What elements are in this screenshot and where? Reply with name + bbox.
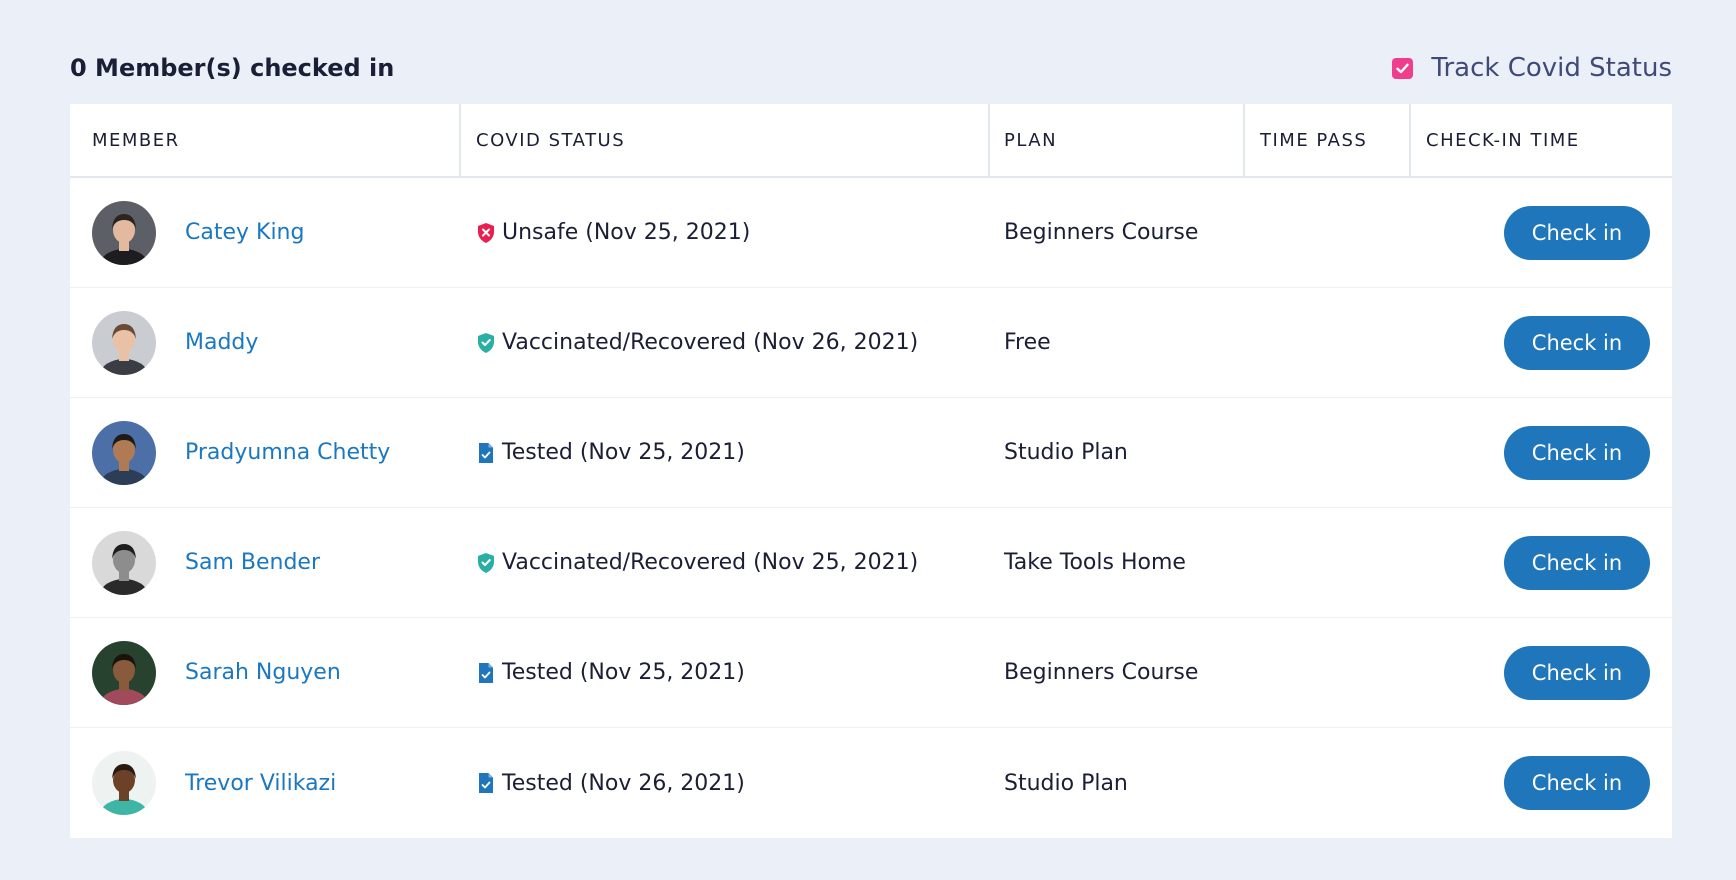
covid-status-text: Tested (Nov 26, 2021) (502, 770, 745, 796)
plan-cell: Studio Plan (1004, 440, 1128, 465)
header: 0 Member(s) checked in Track Covid Statu… (70, 48, 1672, 88)
column-header-covid-status: COVID STATUS (461, 104, 990, 176)
track-covid-checkbox[interactable] (1392, 57, 1414, 79)
column-header-member: MEMBER (70, 104, 461, 176)
member-cell: Sam Bender (70, 508, 461, 617)
covid-status-cell: Tested (Nov 25, 2021) (461, 398, 990, 507)
member-name-link-catey-king[interactable]: Catey King (185, 220, 304, 245)
checkmark-icon (1396, 63, 1410, 73)
check-in-button[interactable]: Check in (1504, 645, 1650, 700)
document-check-icon (476, 771, 496, 795)
member-name-link-pradyumna-chetty[interactable]: Pradyumna Chetty (185, 440, 390, 465)
check-in-time-cell: Check in (1411, 288, 1672, 397)
time-pass-cell (1245, 508, 1411, 617)
avatar (92, 200, 156, 265)
plan-cell: Beginners Course (1004, 220, 1199, 245)
covid-status-text: Vaccinated/Recovered (Nov 26, 2021) (502, 330, 919, 355)
plan-cell: Beginners Course (1004, 660, 1199, 685)
time-pass-cell (1245, 728, 1411, 838)
table-header: MEMBER COVID STATUS PLAN TIME PASS CHECK… (70, 104, 1672, 178)
table-row: Pradyumna Chetty Tested (Nov 25, 2021) Stu… (70, 398, 1672, 508)
member-cell: Sarah Nguyen (70, 618, 461, 727)
covid-status-cell: Vaccinated/Recovered (Nov 26, 2021) (461, 288, 990, 397)
check-in-time-cell: Check in (1411, 178, 1672, 287)
check-in-button[interactable]: Check in (1504, 315, 1650, 370)
table-row: Catey King Unsafe (Nov 25, 2021) Beginners… (70, 178, 1672, 288)
covid-status-cell: Vaccinated/Recovered (Nov 25, 2021) (461, 508, 990, 617)
member-cell: Catey King (70, 178, 461, 287)
document-check-icon (476, 441, 496, 465)
check-in-time-cell: Check in (1411, 618, 1672, 727)
shield-check-icon (476, 331, 496, 355)
table-row: Maddy Vaccinated/Recovered (Nov 26, 2021)… (70, 288, 1672, 398)
document-check-icon (476, 661, 496, 685)
check-in-time-cell: Check in (1411, 508, 1672, 617)
shield-check-icon (476, 551, 496, 575)
avatar (92, 420, 156, 485)
avatar (92, 530, 156, 595)
check-in-button[interactable]: Check in (1504, 425, 1650, 480)
check-in-time-cell: Check in (1411, 728, 1672, 838)
table-row: Sarah Nguyen Tested (Nov 25, 2021) Beginne… (70, 618, 1672, 728)
column-header-time-pass: TIME PASS (1245, 104, 1411, 176)
member-name-link-trevor-vilikazi[interactable]: Trevor Vilikazi (185, 771, 336, 796)
shield-x-icon (476, 221, 496, 245)
column-header-check-in-time: CHECK-IN TIME (1426, 129, 1580, 151)
page: 0 Member(s) checked in Track Covid Statu… (0, 0, 1736, 880)
table-row: Trevor Vilikazi Tested (Nov 26, 2021) Stud… (70, 728, 1672, 838)
time-pass-cell (1245, 618, 1411, 727)
member-name-link-sam-bender[interactable]: Sam Bender (185, 550, 320, 575)
member-cell: Trevor Vilikazi (70, 728, 461, 838)
time-pass-cell (1245, 398, 1411, 507)
member-cell: Maddy (70, 288, 461, 397)
plan-cell: Free (1004, 330, 1051, 355)
check-in-button[interactable]: Check in (1504, 756, 1650, 810)
covid-status-cell: Tested (Nov 25, 2021) (461, 618, 990, 727)
plan-cell: Studio Plan (1004, 770, 1128, 796)
check-in-button[interactable]: Check in (1504, 535, 1650, 590)
table-row: Sam Bender Vaccinated/Recovered (Nov 25, … (70, 508, 1672, 618)
track-covid-label[interactable]: Track Covid Status (1431, 53, 1672, 83)
member-name-link-sarah-nguyen[interactable]: Sarah Nguyen (185, 660, 341, 685)
covid-status-text: Tested (Nov 25, 2021) (502, 440, 745, 465)
table-body: Catey King Unsafe (Nov 25, 2021) Beginners… (70, 178, 1672, 838)
covid-status-text: Unsafe (Nov 25, 2021) (502, 220, 751, 245)
check-in-button[interactable]: Check in (1504, 205, 1650, 260)
check-in-time-cell: Check in (1411, 398, 1672, 507)
column-header-plan: PLAN (990, 104, 1245, 176)
covid-status-cell: Unsafe (Nov 25, 2021) (461, 178, 990, 287)
track-covid-toggle[interactable]: Track Covid Status (1392, 53, 1672, 83)
covid-status-text: Tested (Nov 25, 2021) (502, 660, 745, 685)
member-cell: Pradyumna Chetty (70, 398, 461, 507)
covid-status-text: Vaccinated/Recovered (Nov 25, 2021) (502, 550, 919, 575)
avatar (92, 751, 156, 815)
covid-status-cell: Tested (Nov 26, 2021) (461, 728, 990, 838)
time-pass-cell (1245, 178, 1411, 287)
plan-cell: Take Tools Home (1004, 550, 1186, 575)
member-name-link-maddy[interactable]: Maddy (185, 330, 258, 355)
time-pass-cell (1245, 288, 1411, 397)
avatar (92, 310, 156, 375)
members-table: MEMBER COVID STATUS PLAN TIME PASS CHECK… (70, 104, 1672, 838)
avatar (92, 640, 156, 705)
checked-in-count-title: 0 Member(s) checked in (70, 54, 395, 82)
